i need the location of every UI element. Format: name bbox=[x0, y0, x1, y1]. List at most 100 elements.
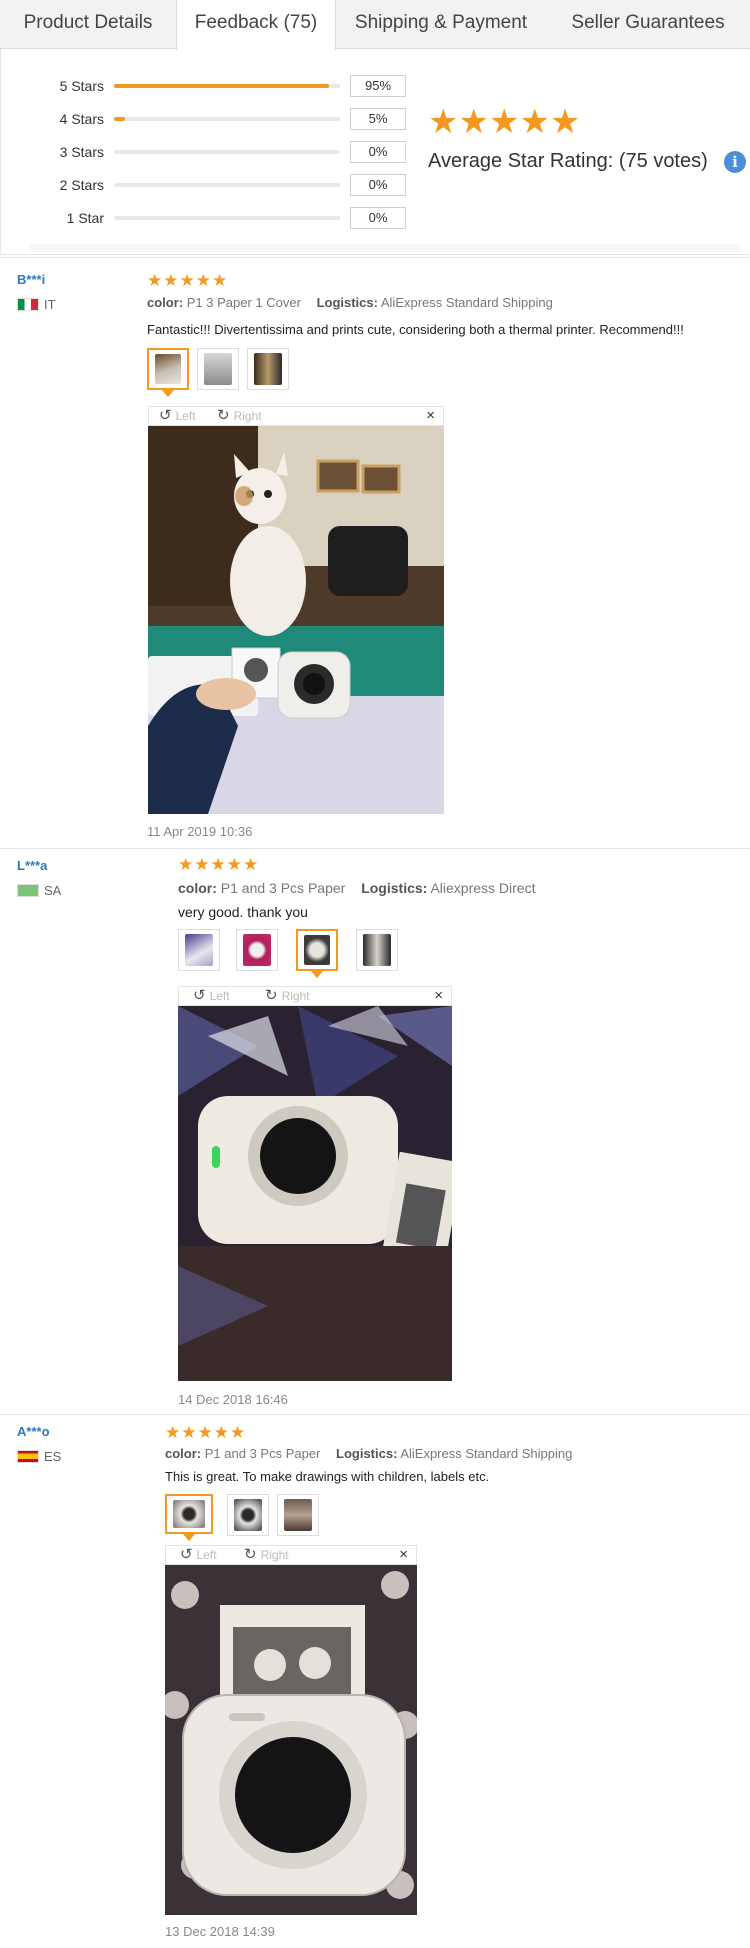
review-photo-thumbnail[interactable] bbox=[247, 348, 289, 390]
rotate-right-icon: ↻ bbox=[244, 1546, 257, 1563]
reviewer-name[interactable]: A***o bbox=[17, 1424, 50, 1439]
review-photo-thumbnail[interactable] bbox=[277, 1494, 319, 1536]
review-photo-thumbnail[interactable] bbox=[197, 348, 239, 390]
rotate-left-label: Left bbox=[196, 1548, 217, 1562]
review-meta: color: P1 and 3 Pcs Paper Logistics: Ali… bbox=[165, 1446, 572, 1461]
rating-bar bbox=[114, 216, 340, 220]
flag-sa-icon bbox=[17, 884, 39, 897]
thumbnail-image bbox=[234, 1499, 262, 1531]
rating-bar bbox=[114, 84, 340, 88]
rotate-left-label: Left bbox=[209, 989, 230, 1003]
rotate-right-button[interactable]: ↻ Right bbox=[217, 408, 262, 424]
reviewer-country: ES bbox=[17, 1449, 61, 1464]
tab-seller-guarantees[interactable]: Seller Guarantees bbox=[546, 0, 750, 49]
rotate-left-label: Left bbox=[175, 409, 196, 423]
tab-product-details[interactable]: Product Details bbox=[0, 0, 176, 49]
color-label: color: bbox=[147, 295, 184, 310]
review-stars: ★★★★★ bbox=[178, 855, 260, 874]
rotate-right-icon: ↻ bbox=[217, 407, 230, 424]
rotate-right-icon: ↻ bbox=[265, 987, 278, 1004]
thumbnail-image bbox=[304, 935, 330, 965]
review-photo-thumbnail[interactable] bbox=[147, 348, 189, 397]
rating-row-label: 2 Stars bbox=[59, 177, 104, 193]
country-code: ES bbox=[44, 1449, 62, 1464]
selected-caret-icon bbox=[183, 1534, 195, 1541]
rating-percent: 0% bbox=[350, 141, 406, 163]
image-viewer-toolbar: ↺ Left ↻ Right × bbox=[178, 986, 452, 1006]
flag-it-icon bbox=[17, 298, 39, 311]
review-photo-large bbox=[178, 1006, 452, 1381]
review-stars: ★★★★★ bbox=[165, 1423, 247, 1442]
review-photo-thumbnail[interactable] bbox=[296, 929, 338, 978]
review-photo-large bbox=[165, 1565, 417, 1915]
review-photo-thumbnail[interactable] bbox=[227, 1494, 269, 1536]
review-photo-image bbox=[148, 426, 444, 814]
logistics-label: Logistics: bbox=[336, 1446, 398, 1461]
rating-percent: 5% bbox=[350, 108, 406, 130]
rotate-left-icon: ↺ bbox=[193, 987, 206, 1004]
thumbnail-image bbox=[284, 1499, 312, 1531]
rating-percent: 0% bbox=[350, 174, 406, 196]
image-viewer-toolbar: ↺ Left ↻ Right × bbox=[148, 406, 444, 426]
country-code: IT bbox=[44, 297, 56, 312]
rating-bar bbox=[114, 117, 340, 121]
thumbnail-image bbox=[243, 934, 271, 966]
rating-percent: 0% bbox=[350, 207, 406, 229]
rating-bar bbox=[114, 183, 340, 187]
close-icon[interactable]: × bbox=[426, 407, 435, 424]
average-star-icons: ★★★★★ bbox=[428, 103, 581, 141]
flag-es-icon bbox=[17, 1450, 39, 1463]
thumbnail-image bbox=[173, 1500, 205, 1528]
logistics-value: Aliexpress Direct bbox=[430, 880, 536, 896]
summary-divider bbox=[30, 244, 740, 252]
country-code: SA bbox=[44, 883, 62, 898]
rotate-left-button[interactable]: ↺ Left bbox=[159, 408, 196, 424]
logistics-value: AliExpress Standard Shipping bbox=[400, 1446, 573, 1461]
rating-row-4: 4 Stars 5% bbox=[0, 108, 420, 130]
close-icon[interactable]: × bbox=[399, 1546, 408, 1563]
color-value: P1 3 Paper 1 Cover bbox=[186, 295, 301, 310]
review-stars: ★★★★★ bbox=[147, 271, 229, 290]
rating-row-3: 3 Stars 0% bbox=[0, 141, 420, 163]
review-photo-thumbnail[interactable] bbox=[165, 1494, 213, 1541]
thumbnail-image bbox=[185, 934, 213, 966]
average-rating-label: Average Star Rating: (75 votes) bbox=[428, 150, 708, 172]
color-label: color: bbox=[178, 880, 217, 896]
info-icon[interactable]: i bbox=[724, 151, 746, 173]
rotate-right-button[interactable]: ↻ Right bbox=[244, 1547, 289, 1563]
rotate-left-icon: ↺ bbox=[180, 1546, 193, 1563]
review-photo-thumbnail[interactable] bbox=[236, 929, 278, 971]
thumbnail-image bbox=[155, 354, 181, 384]
image-viewer-toolbar: ↺ Left ↻ Right × bbox=[165, 1545, 417, 1565]
rating-row-2: 2 Stars 0% bbox=[0, 174, 420, 196]
rotate-left-icon: ↺ bbox=[159, 407, 172, 424]
rotate-right-label: Right bbox=[281, 989, 310, 1003]
rating-bar-fill bbox=[114, 84, 329, 88]
tab-bar: Product Details Feedback (75) Shipping &… bbox=[0, 0, 750, 50]
logistics-value: AliExpress Standard Shipping bbox=[380, 295, 553, 310]
selected-caret-icon bbox=[162, 390, 174, 397]
review-divider bbox=[0, 257, 750, 258]
review-date: 11 Apr 2019 10:36 bbox=[147, 824, 253, 839]
reviewer-name[interactable]: L***a bbox=[17, 858, 47, 873]
review-photo-thumbnail[interactable] bbox=[178, 929, 220, 971]
rotate-right-label: Right bbox=[233, 409, 262, 423]
thumbnail-image bbox=[254, 353, 282, 385]
rating-bar-fill bbox=[114, 117, 126, 121]
rotate-left-button[interactable]: ↺ Left bbox=[180, 1547, 217, 1563]
thumbnail-image bbox=[204, 353, 232, 385]
color-value: P1 and 3 Pcs Paper bbox=[204, 1446, 321, 1461]
logistics-label: Logistics: bbox=[361, 880, 428, 896]
rating-row-1: 1 Star 0% bbox=[0, 207, 420, 229]
tab-feedback[interactable]: Feedback (75) bbox=[176, 0, 336, 50]
tab-shipping-payment[interactable]: Shipping & Payment bbox=[336, 0, 546, 49]
review-photo-thumbnail[interactable] bbox=[356, 929, 398, 971]
reviewer-name[interactable]: B***i bbox=[17, 272, 45, 287]
review-meta: color: P1 and 3 Pcs Paper Logistics: Ali… bbox=[178, 880, 535, 896]
reviewer-country: SA bbox=[17, 883, 61, 898]
review-divider bbox=[0, 1414, 750, 1415]
rotate-right-button[interactable]: ↻ Right bbox=[265, 988, 310, 1004]
rating-row-label: 4 Stars bbox=[59, 111, 104, 127]
rotate-left-button[interactable]: ↺ Left bbox=[193, 988, 230, 1004]
close-icon[interactable]: × bbox=[434, 987, 443, 1004]
